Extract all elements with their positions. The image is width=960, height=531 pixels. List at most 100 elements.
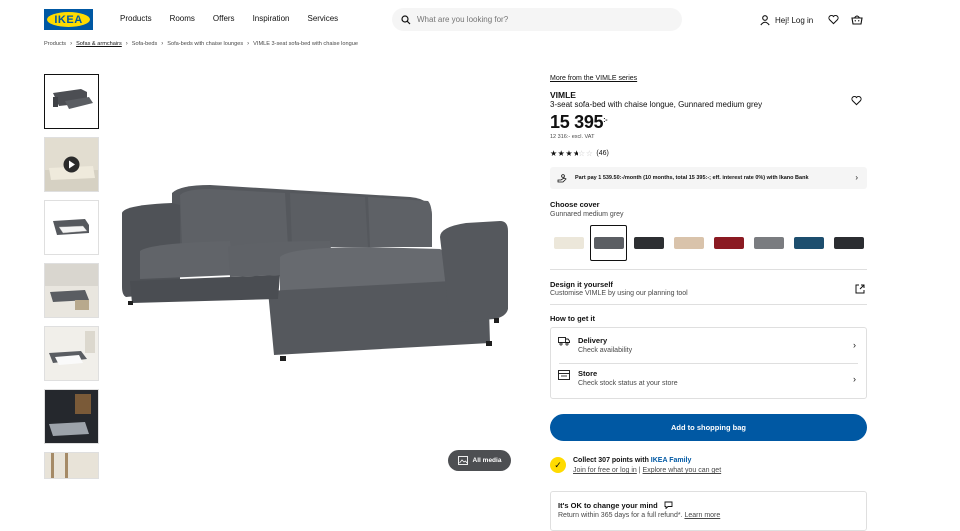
design-title[interactable]: Design it yourself	[550, 280, 613, 289]
returns-title-text: It's OK to change your mind	[558, 501, 658, 510]
rating-stars-icon: ★★★★☆☆	[550, 149, 594, 158]
chevron-right-icon: ›	[161, 41, 164, 47]
store-row[interactable]: Store Check stock status at your store ›	[551, 364, 866, 398]
crumb-products[interactable]: Products	[44, 41, 66, 47]
external-link-icon[interactable]	[855, 284, 865, 294]
search-input[interactable]	[417, 15, 657, 24]
product-name: VIMLE	[550, 90, 576, 100]
family-separator: |	[638, 467, 641, 474]
returns-text: Return within 365 days for a full refund…	[558, 512, 720, 519]
crumb-chaise[interactable]: Sofa-beds with chaise lounges	[167, 41, 243, 47]
swatch-2[interactable]	[590, 225, 627, 261]
swatch-1[interactable]	[550, 225, 587, 261]
swatch-7[interactable]	[790, 225, 827, 261]
ikea-logo[interactable]: IKEA	[44, 9, 93, 30]
family-points: Collect 307 points with IKEA Family	[573, 457, 691, 464]
design-subtitle: Customise VIMLE by using our planning to…	[550, 290, 688, 297]
choose-cover-title: Choose cover	[550, 200, 600, 209]
returns-text-body: Return within 365 days for a full refund…	[558, 512, 683, 519]
all-media-button[interactable]: All media	[448, 450, 511, 471]
swatch-sofa	[673, 237, 704, 249]
chevron-right-icon: ›	[70, 41, 73, 47]
add-to-favourites-icon[interactable]	[851, 95, 862, 106]
gallery-icon	[457, 456, 468, 465]
divider	[550, 269, 867, 270]
swatch-8[interactable]	[830, 225, 867, 261]
how-to-get-title: How to get it	[550, 314, 595, 323]
search-bar[interactable]	[392, 8, 682, 31]
swatch-5[interactable]	[710, 225, 747, 261]
swatch-sofa	[793, 237, 824, 249]
nav-rooms[interactable]: Rooms	[170, 14, 195, 23]
selected-cover: Gunnared medium grey	[550, 211, 624, 218]
swatch-sofa	[593, 237, 624, 249]
rating[interactable]: ★★★★☆☆ (46)	[550, 149, 609, 158]
breadcrumb: Products › Sofas & armchairs › Sofa-beds…	[44, 41, 358, 47]
ikea-family-icon: ✓	[550, 457, 566, 473]
chevron-right-icon: ›	[247, 41, 250, 47]
part-payment-text: Part pay 1 539.50:-/month (10 months, to…	[575, 175, 809, 181]
login-link[interactable]: Hej! Log in	[759, 14, 813, 26]
user-icon	[760, 15, 770, 26]
chevron-right-icon: ›	[125, 41, 128, 47]
availability-box: Delivery Check availability › Store Chec…	[550, 327, 867, 399]
series-link[interactable]: More from the VIMLE series	[550, 75, 637, 82]
login-label: Hej! Log in	[775, 15, 814, 25]
thumbnail-4[interactable]	[44, 263, 99, 318]
all-media-label: All media	[472, 457, 502, 464]
nav-inspiration[interactable]: Inspiration	[253, 14, 290, 23]
thumbnail-6[interactable]	[44, 389, 99, 444]
crumb-sofas[interactable]: Sofas & armchairs	[76, 41, 122, 47]
add-to-bag-button[interactable]: Add to shopping bag	[550, 414, 867, 441]
price-suffix: :-	[603, 117, 608, 124]
family-explore-link[interactable]: Explore what you can get	[643, 467, 722, 474]
thumbnail-1[interactable]	[44, 74, 99, 129]
price-excl-vat: 12 316:- excl. VAT	[550, 134, 595, 140]
thumbnail-3[interactable]	[44, 200, 99, 255]
crumb-sofa-beds[interactable]: Sofa-beds	[132, 41, 158, 47]
family-links: Join for free or log in | Explore what y…	[573, 467, 721, 474]
crumb-current: VIMLE 3-seat sofa-bed with chaise longue	[253, 41, 358, 47]
family-points-text: Collect 307 points with	[573, 457, 651, 464]
truck-icon	[558, 337, 570, 346]
product-description: 3-seat sofa-bed with chaise longue, Gunn…	[550, 100, 763, 109]
swatch-6[interactable]	[750, 225, 787, 261]
swatch-4[interactable]	[670, 225, 707, 261]
price-main: 15 395	[550, 112, 604, 132]
main-nav: Products Rooms Offers Inspiration Servic…	[120, 14, 356, 23]
cover-swatches	[550, 225, 870, 261]
swatch-sofa	[713, 237, 744, 249]
swatch-3[interactable]	[630, 225, 667, 261]
family-join-link[interactable]: Join for free or log in	[573, 467, 637, 474]
delivery-subtitle: Check availability	[578, 347, 633, 354]
product-main-image[interactable]	[110, 175, 520, 375]
nav-products[interactable]: Products	[120, 14, 152, 23]
shopping-bag-icon[interactable]	[851, 14, 863, 25]
store-title: Store	[578, 369, 598, 378]
divider	[550, 304, 867, 305]
rating-count: (46)	[596, 150, 609, 157]
swatch-sofa	[553, 237, 584, 249]
thumbnail-video[interactable]	[44, 137, 99, 192]
logo-text: IKEA	[47, 12, 90, 27]
part-payment-banner[interactable]: Part pay 1 539.50:-/month (10 months, to…	[550, 167, 867, 189]
chevron-right-icon: ›	[853, 340, 856, 350]
delivery-row[interactable]: Delivery Check availability ›	[551, 328, 866, 363]
chat-icon	[664, 501, 673, 510]
learn-more-link[interactable]: Learn more	[684, 512, 720, 519]
favourites-icon[interactable]	[828, 14, 839, 25]
chevron-right-icon: ›	[855, 173, 858, 182]
store-icon	[558, 370, 570, 380]
swatch-sofa	[633, 237, 664, 249]
returns-title: It's OK to change your mind	[558, 501, 673, 510]
family-brand: IKEA Family	[650, 457, 692, 464]
nav-services[interactable]: Services	[307, 14, 338, 23]
thumbnail-7[interactable]	[44, 452, 99, 479]
swatch-sofa	[753, 237, 784, 249]
nav-offers[interactable]: Offers	[213, 14, 235, 23]
product-price: 15 395:-	[550, 112, 608, 133]
chevron-right-icon: ›	[853, 374, 856, 384]
thumbnail-5[interactable]	[44, 326, 99, 381]
swatch-sofa	[833, 237, 864, 249]
search-icon	[401, 14, 411, 24]
